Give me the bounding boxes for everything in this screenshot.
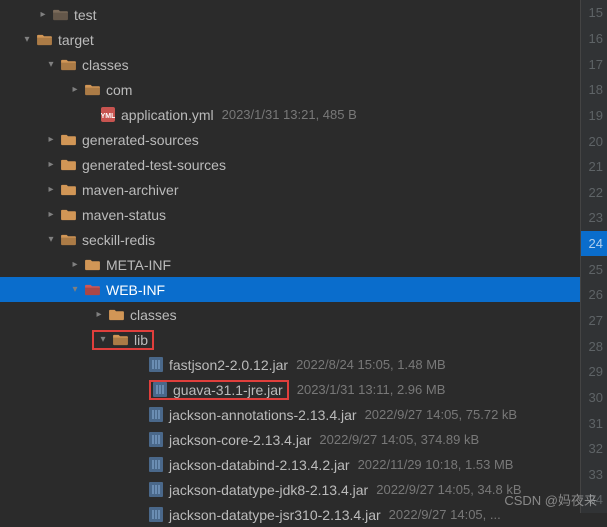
tree-item-label: target: [58, 32, 94, 48]
tree-row[interactable]: ▸ com: [0, 77, 607, 102]
tree-row[interactable]: ▸ generated-test-sources: [0, 152, 607, 177]
chevron-right-icon[interactable]: ▸: [68, 83, 82, 97]
gutter-line-number: 15: [581, 0, 607, 26]
tree-row[interactable]: ▸ META-INF: [0, 252, 607, 277]
tree-item-label: jackson-core-2.13.4.jar: [169, 432, 311, 448]
tree-item-meta: 2022/9/27 14:05, 374.89 kB: [319, 432, 479, 447]
tree-item-label: seckill-redis: [82, 232, 155, 248]
tree-row[interactable]: ▸ maven-archiver: [0, 177, 607, 202]
tree-item-label: maven-archiver: [82, 182, 178, 198]
tree-item-meta: 2022/9/27 14:05, 75.72 kB: [365, 407, 518, 422]
tree-item-label: application.yml: [121, 107, 214, 123]
tree-row[interactable]: ▾ classes: [0, 52, 607, 77]
tree-item-label: fastjson2-2.0.12.jar: [169, 357, 288, 373]
gutter-line-number: 30: [581, 385, 607, 411]
chevron-right-icon[interactable]: ▸: [68, 258, 82, 272]
gutter-line-number: 33: [581, 462, 607, 488]
tree-item-meta: 2022/9/27 14:05, 34.8 kB: [376, 482, 521, 497]
tree-item-label: guava-31.1-jre.jar: [173, 382, 283, 398]
tree-item-label: classes: [130, 307, 177, 323]
tree-item-label: com: [106, 82, 132, 98]
gutter-line-number: 29: [581, 359, 607, 385]
gutter-line-number: 21: [581, 154, 607, 180]
tree-item-label: test: [74, 7, 97, 23]
tree-item-meta: 2022/8/24 15:05, 1.48 MB: [296, 357, 446, 372]
gutter-line-number: 18: [581, 77, 607, 103]
chevron-right-icon[interactable]: ▸: [44, 208, 58, 222]
tree-item-label: META-INF: [106, 257, 171, 273]
highlight-box: guava-31.1-jre.jar: [149, 380, 289, 400]
chevron-right-icon[interactable]: ▸: [44, 158, 58, 172]
tree-item-label: WEB-INF: [106, 282, 165, 298]
tree-item-meta: 2022/11/29 10:18, 1.53 MB: [358, 457, 514, 472]
tree-item-label: generated-test-sources: [82, 157, 226, 173]
highlight-box: ▾ lib: [92, 330, 154, 350]
tree-row[interactable]: ▾ target: [0, 27, 607, 52]
tree-item-label: jackson-annotations-2.13.4.jar: [169, 407, 357, 423]
gutter-line-number: 31: [581, 410, 607, 436]
editor-gutter: 1516171819202122232425262728293031323334: [580, 0, 607, 513]
tree-item-meta: 2023/1/31 13:11, 2.96 MB: [297, 382, 446, 397]
chevron-right-icon[interactable]: ▸: [36, 8, 50, 22]
gutter-line-number: 20: [581, 128, 607, 154]
chevron-down-icon[interactable]: ▾: [96, 333, 110, 347]
tree-row[interactable]: YML application.yml 2023/1/31 13:21, 485 B: [0, 102, 607, 127]
tree-row[interactable]: jackson-annotations-2.13.4.jar 2022/9/27 …: [0, 402, 607, 427]
gutter-line-number: 19: [581, 103, 607, 129]
gutter-line-number: 23: [581, 205, 607, 231]
tree-row[interactable]: ▸ maven-status: [0, 202, 607, 227]
tree-row[interactable]: fastjson2-2.0.12.jar 2022/8/24 15:05, 1.4…: [0, 352, 607, 377]
gutter-line-number: 28: [581, 333, 607, 359]
tree-item-label: jackson-databind-2.13.4.2.jar: [169, 457, 350, 473]
svg-text:YML: YML: [101, 113, 115, 120]
project-tree[interactable]: ▸test▾target▾classes▸comYMLapplication.y…: [0, 0, 607, 527]
gutter-line-number: 16: [581, 26, 607, 52]
gutter-line-number: 26: [581, 282, 607, 308]
tree-item-meta: 2022/9/27 14:05, ...: [389, 507, 501, 522]
gutter-line-number: 22: [581, 179, 607, 205]
tree-row[interactable]: ▸ generated-sources: [0, 127, 607, 152]
gutter-line-number: 24: [581, 231, 607, 257]
tree-row[interactable]: jackson-core-2.13.4.jar 2022/9/27 14:05, …: [0, 427, 607, 452]
tree-item-label: generated-sources: [82, 132, 199, 148]
tree-row[interactable]: ▸ test: [0, 2, 607, 27]
tree-row[interactable]: ▾ WEB-INF: [0, 277, 607, 302]
watermark: CSDN @妈夜来: [504, 490, 597, 509]
chevron-right-icon[interactable]: ▸: [44, 183, 58, 197]
tree-item-meta: 2023/1/31 13:21, 485 B: [222, 107, 357, 122]
tree-row[interactable]: jackson-databind-2.13.4.2.jar 2022/11/29 …: [0, 452, 607, 477]
tree-item-label: jackson-datatype-jdk8-2.13.4.jar: [169, 482, 368, 498]
tree-row[interactable]: ▾ lib: [0, 327, 607, 352]
tree-item-label: classes: [82, 57, 129, 73]
chevron-right-icon[interactable]: ▸: [44, 133, 58, 147]
chevron-down-icon[interactable]: ▾: [44, 233, 58, 247]
chevron-down-icon[interactable]: ▾: [44, 58, 58, 72]
tree-item-label: maven-status: [82, 207, 166, 223]
tree-row[interactable]: ▾ seckill-redis: [0, 227, 607, 252]
gutter-line-number: 32: [581, 436, 607, 462]
gutter-line-number: 27: [581, 308, 607, 334]
gutter-line-number: 17: [581, 51, 607, 77]
chevron-down-icon[interactable]: ▾: [68, 283, 82, 297]
gutter-line-number: 25: [581, 256, 607, 282]
tree-item-label: lib: [134, 332, 148, 348]
chevron-down-icon[interactable]: ▾: [20, 33, 34, 47]
tree-item-label: jackson-datatype-jsr310-2.13.4.jar: [169, 507, 381, 523]
chevron-right-icon[interactable]: ▸: [92, 308, 106, 322]
tree-row[interactable]: ▸ classes: [0, 302, 607, 327]
tree-row[interactable]: guava-31.1-jre.jar 2023/1/31 13:11, 2.96 …: [0, 377, 607, 402]
